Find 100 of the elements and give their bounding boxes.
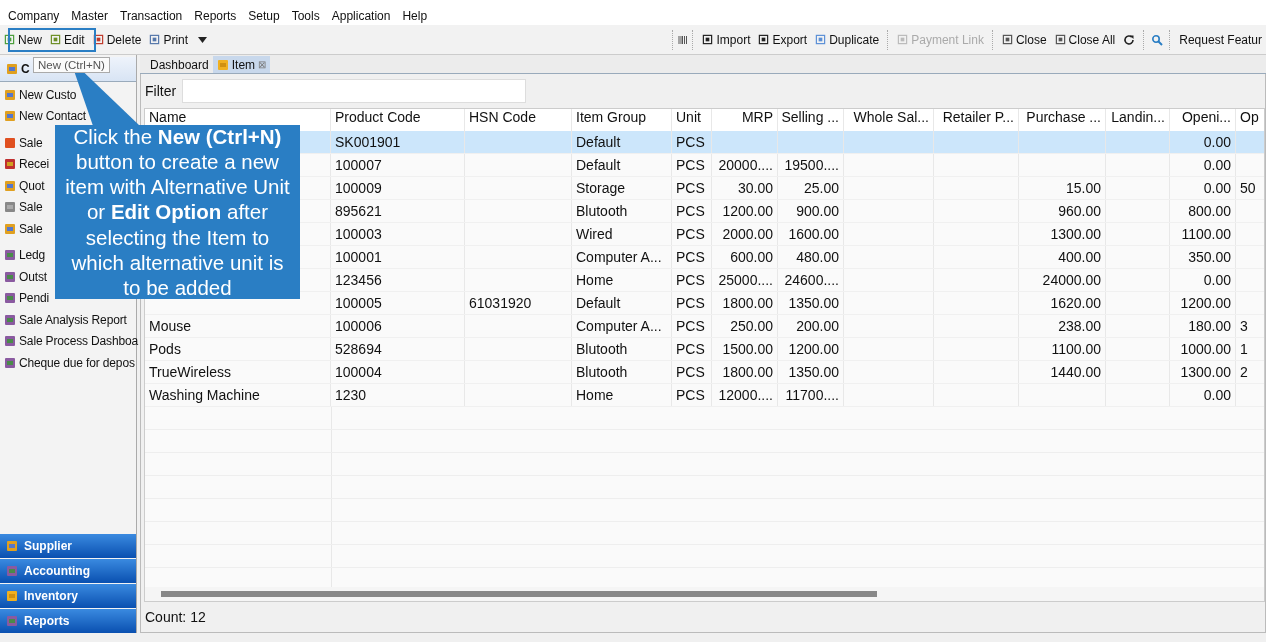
table-cell[interactable]: Storage (572, 177, 672, 199)
import-button[interactable]: Import (698, 30, 755, 49)
table-cell[interactable]: PCS (672, 292, 712, 314)
table-cell[interactable]: 50 (1236, 177, 1264, 199)
sidebar-item[interactable]: Sale Process Dashboa (0, 330, 141, 352)
table-cell[interactable]: 1100.00 (1170, 223, 1236, 245)
sidebar-item[interactable]: Outst (0, 266, 49, 288)
table-cell[interactable]: TrueWireless (145, 361, 331, 383)
sidebar-item[interactable]: New Contact (0, 105, 89, 127)
table-cell[interactable]: PCS (672, 315, 712, 337)
sidebar-item[interactable]: New Custo (0, 84, 79, 106)
sidebar-item[interactable]: Quot (0, 175, 47, 197)
table-cell[interactable]: Default (572, 131, 672, 153)
menu-item[interactable]: Application (325, 9, 397, 25)
table-cell[interactable]: Home (572, 269, 672, 291)
sidebar-item[interactable]: Sale Analysis Report (0, 309, 129, 331)
sidebar-item[interactable]: Ledg (0, 244, 48, 266)
sidebar-item[interactable]: Recei (0, 153, 51, 175)
sidebar-item[interactable]: Cheque due for depos (0, 352, 137, 374)
close-button[interactable]: Close (997, 30, 1051, 49)
table-cell[interactable]: 1350.00 (778, 292, 844, 314)
filter-field[interactable] (182, 79, 527, 103)
table-cell[interactable]: Pods (145, 338, 331, 360)
table-cell[interactable]: Mouse (145, 315, 331, 337)
export-button[interactable]: Export (754, 30, 812, 49)
table-cell[interactable] (778, 131, 844, 153)
table-cell[interactable] (844, 131, 934, 153)
table-cell[interactable]: 600.00 (712, 246, 778, 268)
table-cell[interactable]: 100004 (331, 361, 465, 383)
table-cell[interactable]: PCS (672, 361, 712, 383)
table-cell[interactable]: 1200.00 (712, 200, 778, 222)
sidebar-item[interactable]: Pendi (0, 287, 51, 309)
table-cell[interactable]: 11700.... (778, 384, 844, 406)
table-cell[interactable]: 250.00 (712, 315, 778, 337)
table-cell[interactable]: PCS (672, 246, 712, 268)
table-cell[interactable]: 200.00 (778, 315, 844, 337)
table-cell[interactable]: SK001901 (331, 131, 465, 153)
section-button[interactable]: Accounting (0, 559, 136, 583)
request-feature-button[interactable]: Request Featur (1175, 30, 1266, 49)
table-cell[interactable]: 30.00 (712, 177, 778, 199)
table-cell[interactable]: 0.00 (1170, 384, 1236, 406)
table-cell[interactable]: 1100.00 (1019, 338, 1106, 360)
menu-item[interactable]: Setup (242, 9, 286, 25)
table-cell[interactable]: 20000.... (712, 154, 778, 176)
table-cell[interactable]: 1440.00 (1019, 361, 1106, 383)
table-cell[interactable] (1236, 131, 1264, 153)
table-cell[interactable]: 1800.00 (712, 361, 778, 383)
table-cell[interactable]: 123456 (331, 269, 465, 291)
table-cell[interactable]: 2000.00 (712, 223, 778, 245)
table-cell[interactable]: PCS (672, 223, 712, 245)
table-cell[interactable]: Default (572, 154, 672, 176)
table-cell[interactable]: 900.00 (778, 200, 844, 222)
table-cell[interactable]: 25.00 (778, 177, 844, 199)
table-cell[interactable]: 350.00 (1170, 246, 1236, 268)
table-cell[interactable]: 960.00 (1019, 200, 1106, 222)
table-cell[interactable]: PCS (672, 338, 712, 360)
sidebar-item[interactable]: Sale (0, 132, 45, 154)
table-cell[interactable] (1106, 131, 1170, 153)
table-cell[interactable] (465, 131, 572, 153)
scrollbar-thumb[interactable] (161, 591, 877, 597)
table-cell[interactable]: 1200.00 (778, 338, 844, 360)
table-cell[interactable]: 100001 (331, 246, 465, 268)
table-cell[interactable]: 800.00 (1170, 200, 1236, 222)
delete-button[interactable]: Delete (88, 30, 146, 49)
table-cell[interactable]: 100007 (331, 154, 465, 176)
table-cell[interactable]: Blutooth (572, 338, 672, 360)
table-cell[interactable]: PCS (672, 131, 712, 153)
table-cell[interactable]: Blutooth (572, 361, 672, 383)
table-cell[interactable]: 400.00 (1019, 246, 1106, 268)
table-cell[interactable]: 528694 (331, 338, 465, 360)
table-cell[interactable]: 24600.... (778, 269, 844, 291)
table-cell[interactable]: Wired (572, 223, 672, 245)
section-button[interactable]: Supplier (0, 534, 136, 558)
table-cell[interactable]: 25000.... (712, 269, 778, 291)
table-cell[interactable]: Default (572, 292, 672, 314)
table-cell[interactable]: 0.00 (1170, 154, 1236, 176)
table-cell[interactable]: 0.00 (1170, 177, 1236, 199)
menu-item[interactable]: Company (2, 9, 66, 25)
table-cell[interactable]: 2 (1236, 361, 1264, 383)
menu-item[interactable]: Master (65, 9, 115, 25)
section-button[interactable]: Reports (0, 609, 136, 633)
search-icon[interactable] (1151, 33, 1164, 46)
menu-item[interactable]: Reports (188, 9, 243, 25)
table-cell[interactable]: 100005 (331, 292, 465, 314)
table-cell[interactable]: PCS (672, 269, 712, 291)
table-cell[interactable]: 1620.00 (1019, 292, 1106, 314)
dropdown-icon[interactable] (198, 36, 208, 43)
table-cell[interactable]: 15.00 (1019, 177, 1106, 199)
table-cell[interactable]: 61031920 (465, 292, 572, 314)
table-cell[interactable]: Computer A... (572, 246, 672, 268)
table-cell[interactable]: PCS (672, 200, 712, 222)
table-cell[interactable]: 480.00 (778, 246, 844, 268)
table-cell[interactable]: Washing Machine (145, 384, 331, 406)
table-cell[interactable] (712, 131, 778, 153)
table-cell[interactable] (1019, 131, 1106, 153)
barcode-icon[interactable] (678, 34, 689, 45)
table-cell[interactable] (934, 131, 1019, 153)
menu-item[interactable]: Tools (285, 9, 326, 25)
table-cell[interactable]: 1000.00 (1170, 338, 1236, 360)
sidebar-item[interactable]: Sale (0, 218, 45, 240)
